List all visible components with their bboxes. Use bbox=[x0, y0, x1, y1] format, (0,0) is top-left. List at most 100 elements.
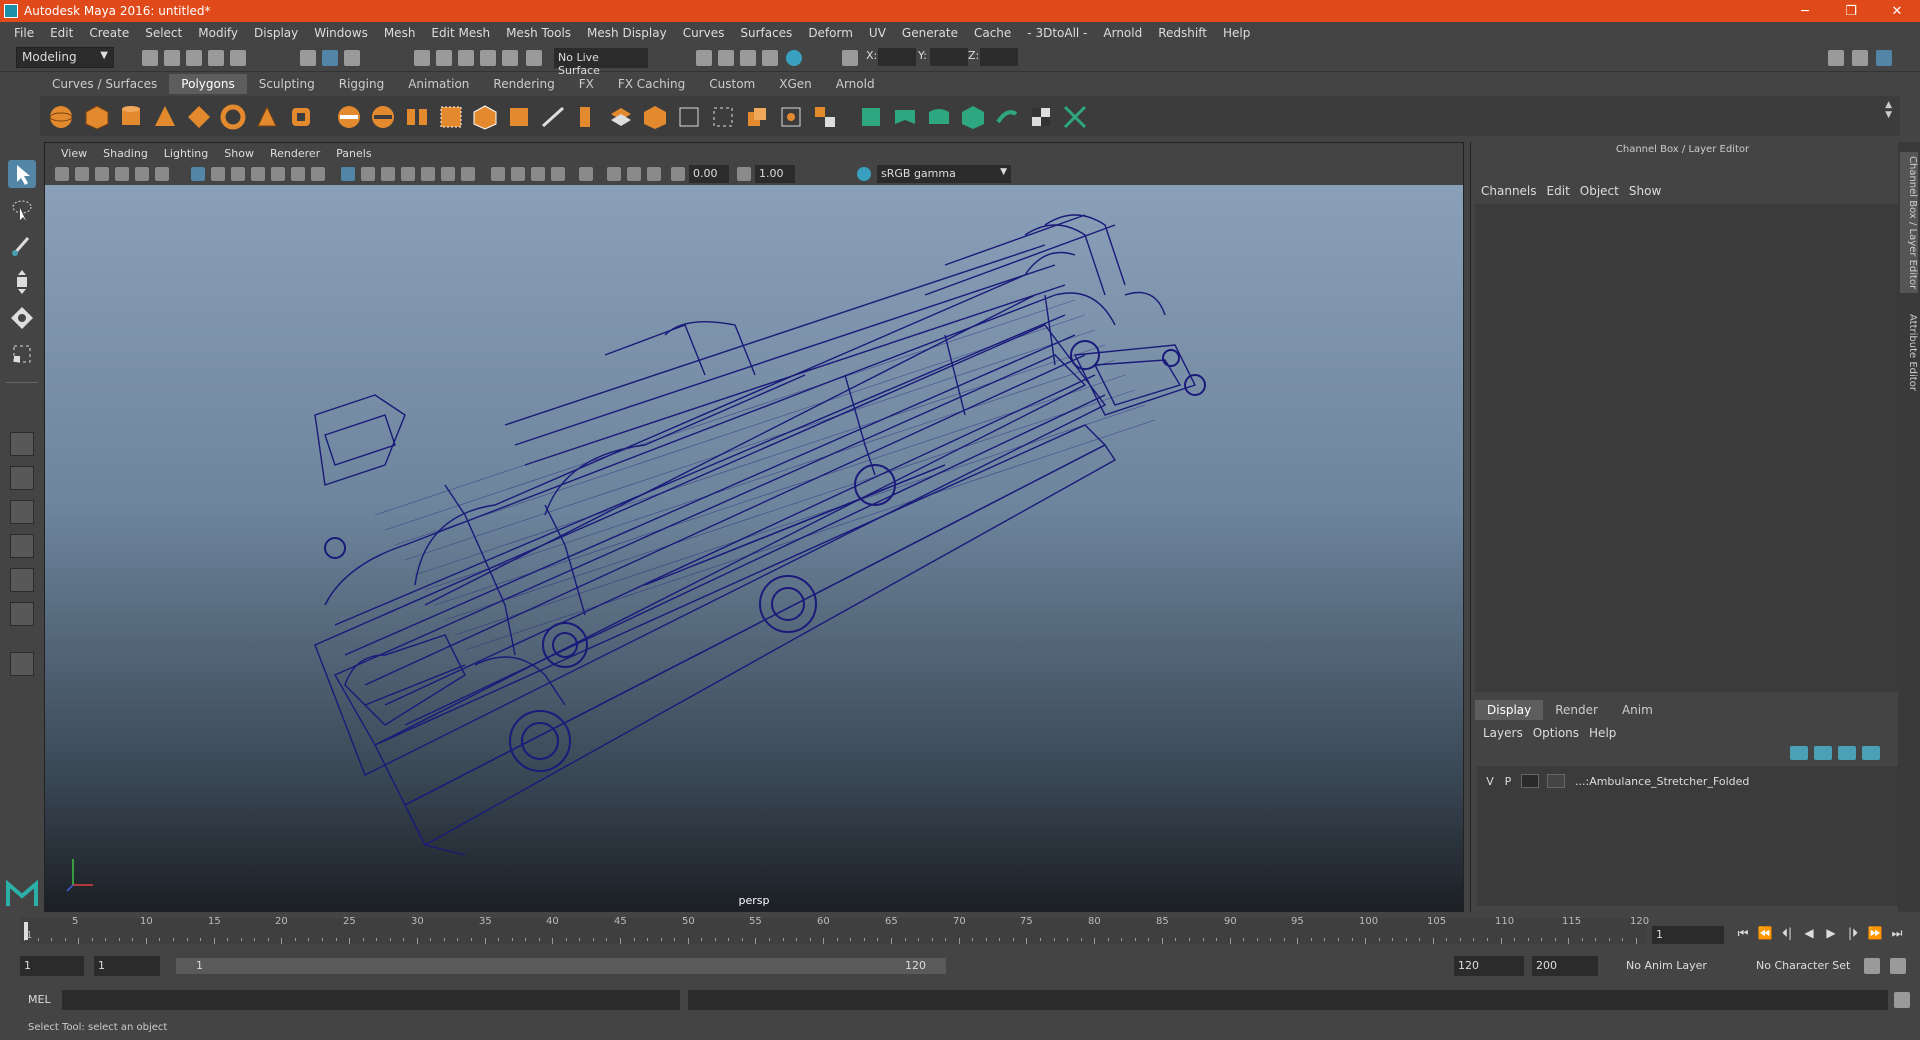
wireframe-on-shaded-icon[interactable] bbox=[401, 167, 415, 181]
cb-menu-show[interactable]: Show bbox=[1627, 184, 1669, 198]
gamma-icon[interactable] bbox=[737, 167, 751, 181]
shelf-tab-polygons[interactable]: Polygons bbox=[169, 74, 247, 94]
transform-input-icon[interactable] bbox=[842, 50, 858, 66]
restore-button[interactable]: ❐ bbox=[1828, 0, 1874, 22]
move-layer-down-icon[interactable] bbox=[1814, 746, 1832, 760]
persp-uv-layout-button[interactable] bbox=[10, 602, 34, 626]
grid-icon[interactable] bbox=[191, 167, 205, 181]
panel-menu-show[interactable]: Show bbox=[216, 147, 262, 160]
menu-display[interactable]: Display bbox=[246, 26, 306, 40]
layer-tab-display[interactable]: Display bbox=[1475, 700, 1544, 720]
uv-checker-icon[interactable] bbox=[1028, 104, 1054, 130]
step-back-key-button[interactable]: ⏪ bbox=[1754, 926, 1776, 944]
render-current-frame-icon[interactable] bbox=[718, 50, 734, 66]
gate-mask-icon[interactable] bbox=[251, 167, 265, 181]
scale-tool[interactable] bbox=[8, 340, 36, 368]
le-menu-help[interactable]: Help bbox=[1589, 726, 1626, 740]
use-all-lights-icon[interactable] bbox=[441, 167, 455, 181]
isolate-select-icon[interactable] bbox=[579, 167, 593, 181]
uv-distortion-icon[interactable] bbox=[1062, 104, 1088, 130]
exposure-icon[interactable] bbox=[671, 167, 685, 181]
auto-key-icon[interactable] bbox=[1864, 958, 1880, 974]
image-plane-icon[interactable] bbox=[115, 167, 129, 181]
film-gate-icon[interactable] bbox=[211, 167, 225, 181]
poly-sphere-icon[interactable] bbox=[48, 104, 74, 130]
uv-unfold-icon[interactable] bbox=[892, 104, 918, 130]
go-to-start-button[interactable]: ⏮ bbox=[1732, 926, 1754, 944]
anti-aliasing-icon[interactable] bbox=[531, 167, 545, 181]
depth-of-field-icon[interactable] bbox=[551, 167, 565, 181]
textured-icon[interactable] bbox=[421, 167, 435, 181]
render-view-icon[interactable] bbox=[696, 50, 712, 66]
safe-title-icon[interactable] bbox=[311, 167, 325, 181]
go-to-end-button[interactable]: ⏭ bbox=[1886, 926, 1908, 944]
range-bar[interactable]: 1 120 bbox=[176, 958, 946, 974]
smooth-icon[interactable] bbox=[438, 104, 464, 130]
select-camera-icon[interactable] bbox=[55, 167, 69, 181]
xray-icon[interactable] bbox=[607, 167, 621, 181]
step-forward-frame-button[interactable]: |⏵ bbox=[1842, 926, 1864, 944]
menu-mesh-tools[interactable]: Mesh Tools bbox=[498, 26, 579, 40]
undo-icon[interactable] bbox=[208, 50, 224, 66]
layer-display-type[interactable] bbox=[1521, 774, 1539, 788]
color-management-icon[interactable] bbox=[857, 167, 871, 181]
uv-layout-icon[interactable] bbox=[926, 104, 952, 130]
character-set-dropdown[interactable]: No Character Set bbox=[1752, 956, 1868, 976]
menuset-dropdown[interactable]: Modeling ▼ bbox=[16, 47, 114, 68]
play-forwards-button[interactable]: ▶ bbox=[1820, 926, 1842, 944]
layer-visibility-toggle[interactable]: V bbox=[1481, 775, 1499, 788]
close-button[interactable]: ✕ bbox=[1874, 0, 1920, 22]
layer-color-swatch[interactable] bbox=[1547, 774, 1565, 788]
snap-surface-icon[interactable] bbox=[502, 50, 518, 66]
separate-icon[interactable] bbox=[370, 104, 396, 130]
shelf-tab-animation[interactable]: Animation bbox=[396, 74, 481, 94]
layer-tab-render[interactable]: Render bbox=[1543, 700, 1610, 720]
save-scene-icon[interactable] bbox=[186, 50, 202, 66]
animation-end-field[interactable]: 200 bbox=[1532, 956, 1598, 976]
camera-attributes-icon[interactable] bbox=[75, 167, 89, 181]
modeling-toolkit-icon[interactable] bbox=[1828, 50, 1844, 66]
menu-windows[interactable]: Windows bbox=[306, 26, 376, 40]
shelf-tab-rendering[interactable]: Rendering bbox=[481, 74, 566, 94]
menu-surfaces[interactable]: Surfaces bbox=[732, 26, 800, 40]
screen-space-ao-icon[interactable] bbox=[491, 167, 505, 181]
new-empty-layer-icon[interactable] bbox=[1838, 746, 1856, 760]
le-menu-layers[interactable]: Layers bbox=[1483, 726, 1533, 740]
play-backwards-button[interactable]: ◀ bbox=[1798, 926, 1820, 944]
combine-icon[interactable] bbox=[336, 104, 362, 130]
snap-view-plane-icon[interactable] bbox=[480, 50, 496, 66]
menu-select[interactable]: Select bbox=[137, 26, 190, 40]
playback-start-field[interactable]: 1 bbox=[94, 956, 160, 976]
le-menu-options[interactable]: Options bbox=[1533, 726, 1589, 740]
four-view-layout-button[interactable] bbox=[10, 466, 34, 490]
open-scene-icon[interactable] bbox=[164, 50, 180, 66]
lasso-tool[interactable] bbox=[8, 196, 36, 224]
field-chart-icon[interactable] bbox=[271, 167, 285, 181]
poly-pyramid-icon[interactable] bbox=[254, 104, 280, 130]
cb-menu-object[interactable]: Object bbox=[1578, 184, 1627, 198]
command-input[interactable] bbox=[62, 990, 680, 1010]
xray-joints-icon[interactable] bbox=[627, 167, 641, 181]
menu-help[interactable]: Help bbox=[1215, 26, 1258, 40]
snap-grid-icon[interactable] bbox=[414, 50, 430, 66]
new-scene-icon[interactable] bbox=[142, 50, 158, 66]
grease-pencil-icon[interactable] bbox=[155, 167, 169, 181]
attribute-editor-toggle-icon[interactable] bbox=[1852, 50, 1868, 66]
y-field[interactable] bbox=[930, 48, 968, 66]
snap-point-icon[interactable] bbox=[458, 50, 474, 66]
select-tool[interactable] bbox=[8, 160, 36, 188]
offset-edge-loop-icon[interactable] bbox=[744, 104, 770, 130]
panel-menu-renderer[interactable]: Renderer bbox=[262, 147, 328, 160]
menu-3dtoall[interactable]: - 3DtoAll - bbox=[1019, 26, 1095, 40]
menu-file[interactable]: File bbox=[6, 26, 42, 40]
xray-components-icon[interactable] bbox=[647, 167, 661, 181]
poly-cube-icon[interactable] bbox=[84, 104, 110, 130]
shadows-icon[interactable] bbox=[461, 167, 475, 181]
step-forward-key-button[interactable]: ⏩ bbox=[1864, 926, 1886, 944]
menu-modify[interactable]: Modify bbox=[190, 26, 246, 40]
two-d-pan-zoom-icon[interactable] bbox=[135, 167, 149, 181]
perspective-viewport[interactable]: persp bbox=[45, 185, 1463, 911]
menu-deform[interactable]: Deform bbox=[800, 26, 861, 40]
live-surface-field[interactable]: No Live Surface bbox=[554, 48, 648, 77]
select-by-component-icon[interactable] bbox=[344, 50, 360, 66]
